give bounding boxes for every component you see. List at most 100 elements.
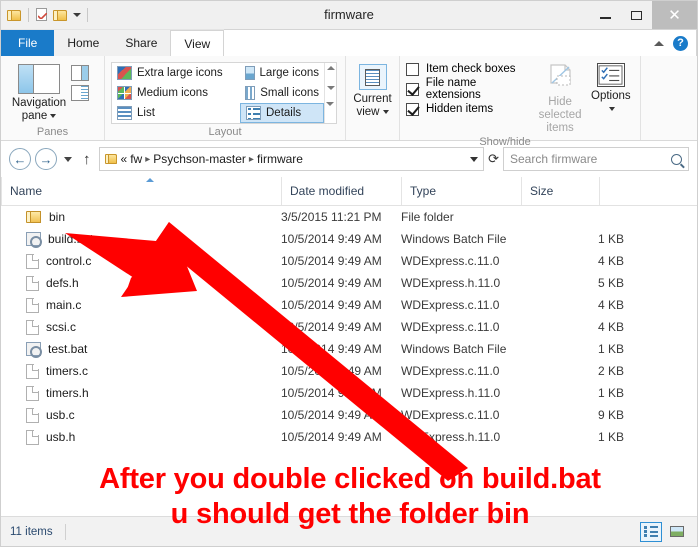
layout-large-icons[interactable]: Large icons: [240, 63, 324, 83]
breadcrumb-overflow[interactable]: «: [121, 152, 128, 166]
scroll-up-icon[interactable]: [326, 66, 335, 70]
file-name-label: usb.c: [46, 408, 75, 422]
close-button[interactable]: ✕: [652, 1, 697, 29]
file-name-cell[interactable]: timers.h: [1, 385, 281, 401]
file-date-cell: 10/5/2014 9:49 AM: [281, 408, 382, 422]
options-button[interactable]: Options: [588, 59, 634, 116]
file-name-cell[interactable]: defs.h: [1, 275, 281, 291]
layout-details[interactable]: Details: [240, 103, 324, 123]
search-input[interactable]: Search firmware: [503, 147, 689, 171]
back-button[interactable]: ←: [9, 148, 31, 170]
file-name-cell[interactable]: timers.c: [1, 363, 281, 379]
help-icon[interactable]: ?: [673, 35, 688, 51]
file-name-cell[interactable]: main.c: [1, 297, 281, 313]
tab-file[interactable]: File: [1, 30, 55, 56]
file-name-cell[interactable]: usb.c: [1, 407, 281, 423]
table-row[interactable]: usb.h 10/5/2014 9:49 AM WDExpress.h.11.0…: [1, 426, 697, 448]
file-list[interactable]: bin 3/5/2015 11:21 PM File folder build.…: [1, 206, 697, 464]
large-icons-icon: [245, 66, 255, 80]
file-size-cell: 4 KB: [597, 254, 624, 268]
table-row[interactable]: usb.c 10/5/2014 9:49 AM WDExpress.c.11.0…: [1, 404, 697, 426]
new-folder-icon[interactable]: [53, 9, 68, 22]
file-name-label: usb.h: [46, 430, 76, 444]
file-type-cell: WDExpress.c.11.0: [401, 364, 500, 378]
file-name-cell[interactable]: control.c: [1, 253, 281, 269]
column-header-spacer: [599, 177, 697, 205]
quick-access-toolbar: [1, 1, 91, 29]
table-row[interactable]: bin 3/5/2015 11:21 PM File folder: [1, 206, 697, 228]
breadcrumb-item-firmware[interactable]: firmware: [257, 152, 303, 166]
maximize-button[interactable]: [621, 1, 652, 29]
layout-medium-icons[interactable]: Medium icons: [112, 83, 240, 103]
hide-selected-items-button[interactable]: Hide selected items: [532, 59, 587, 135]
file-name-cell[interactable]: bin: [1, 210, 281, 224]
layout-small-icons[interactable]: Small icons: [240, 83, 324, 103]
scroll-down-icon[interactable]: [326, 86, 335, 90]
up-button[interactable]: ↑: [79, 151, 95, 168]
details-pane-icon[interactable]: [71, 85, 89, 101]
refresh-icon[interactable]: ⟳: [488, 151, 499, 167]
file-name-label: bin: [49, 210, 66, 224]
column-header-name[interactable]: Name: [1, 177, 281, 205]
item-check-boxes-checkbox[interactable]: [406, 62, 419, 76]
layout-gallery-scrollbar[interactable]: [324, 63, 336, 123]
chevron-down-icon[interactable]: [50, 113, 57, 118]
breadcrumb[interactable]: « fw ▸ Psychson-master ▸ firmware: [98, 147, 485, 171]
table-row[interactable]: main.c 10/5/2014 9:49 AM WDExpress.c.11.…: [1, 294, 697, 316]
search-icon[interactable]: [671, 153, 682, 165]
layout-list[interactable]: List: [112, 103, 240, 123]
table-row[interactable]: timers.h 10/5/2014 9:49 AM WDExpress.h.1…: [1, 382, 697, 404]
item-check-boxes-option[interactable]: Item check boxes: [406, 59, 532, 79]
column-header-type[interactable]: Type: [401, 177, 521, 205]
properties-icon[interactable]: [35, 8, 50, 22]
table-row[interactable]: defs.h 10/5/2014 9:49 AM WDExpress.h.11.…: [1, 272, 697, 294]
tab-home[interactable]: Home: [54, 30, 112, 56]
hidden-items-option[interactable]: Hidden items: [406, 99, 532, 119]
minimize-button[interactable]: [590, 1, 621, 29]
gallery-expand-icon[interactable]: [326, 102, 335, 120]
breadcrumb-separator-1[interactable]: ▸: [145, 154, 150, 165]
column-header-date-modified[interactable]: Date modified: [281, 177, 401, 205]
file-icon: [26, 385, 39, 401]
table-row[interactable]: scsi.c 10/5/2014 9:49 AM WDExpress.c.11.…: [1, 316, 697, 338]
ribbon-group-show-hide: Item check boxes File name extensions Hi…: [400, 56, 641, 148]
ribbon-tab-bar: File Home Share View ?: [1, 29, 697, 56]
file-name-cell[interactable]: scsi.c: [1, 319, 281, 335]
file-name-cell[interactable]: test.bat: [1, 342, 281, 358]
column-header-size[interactable]: Size: [521, 177, 599, 205]
address-dropdown-icon[interactable]: [470, 156, 479, 162]
file-name-cell[interactable]: usb.h: [1, 429, 281, 445]
file-size-cell: 2 KB: [597, 364, 624, 378]
file-name-label: test.bat: [48, 342, 88, 356]
tab-view[interactable]: View: [170, 30, 225, 56]
breadcrumb-item-fw[interactable]: fw: [130, 152, 142, 166]
hidden-items-checkbox[interactable]: [406, 102, 419, 116]
folder-icon[interactable]: [7, 9, 22, 22]
forward-button[interactable]: →: [35, 148, 57, 170]
table-row[interactable]: control.c 10/5/2014 9:49 AM WDExpress.c.…: [1, 250, 697, 272]
file-size-cell: 4 KB: [597, 320, 624, 334]
current-view-button[interactable]: Current view: [352, 60, 393, 119]
breadcrumb-separator-2[interactable]: ▸: [249, 154, 254, 165]
customize-caret-icon[interactable]: [73, 13, 81, 17]
ribbon-group-layout: Extra large icons Medium icons List Larg…: [105, 56, 346, 140]
layout-small-icons-label: Small icons: [260, 87, 319, 99]
file-name-extensions-checkbox[interactable]: [406, 82, 419, 96]
chevron-down-icon-options[interactable]: [609, 106, 616, 111]
navigation-pane-button[interactable]: Navigation pane: [7, 60, 71, 123]
table-row[interactable]: build.bat 10/5/2014 9:49 AM Windows Batc…: [1, 228, 697, 250]
file-name-extensions-option[interactable]: File name extensions: [406, 77, 532, 101]
layout-extra-large-icons[interactable]: Extra large icons: [112, 63, 240, 83]
recent-locations-icon[interactable]: [64, 156, 72, 162]
preview-pane-icon[interactable]: [71, 65, 89, 81]
qat-separator-1: [28, 8, 29, 22]
chevron-up-icon[interactable]: [654, 40, 664, 46]
tab-share[interactable]: Share: [112, 30, 170, 56]
table-row[interactable]: timers.c 10/5/2014 9:49 AM WDExpress.c.1…: [1, 360, 697, 382]
table-row[interactable]: test.bat 10/5/2014 9:49 AM Windows Batch…: [1, 338, 697, 360]
breadcrumb-item-psychson-master[interactable]: Psychson-master: [153, 152, 246, 166]
file-name-cell[interactable]: build.bat: [1, 232, 281, 248]
ribbon-group-panes: Navigation pane Panes: [1, 56, 105, 140]
chevron-down-icon-currentview[interactable]: [382, 109, 389, 114]
file-type-cell: WDExpress.h.11.0: [401, 386, 501, 400]
